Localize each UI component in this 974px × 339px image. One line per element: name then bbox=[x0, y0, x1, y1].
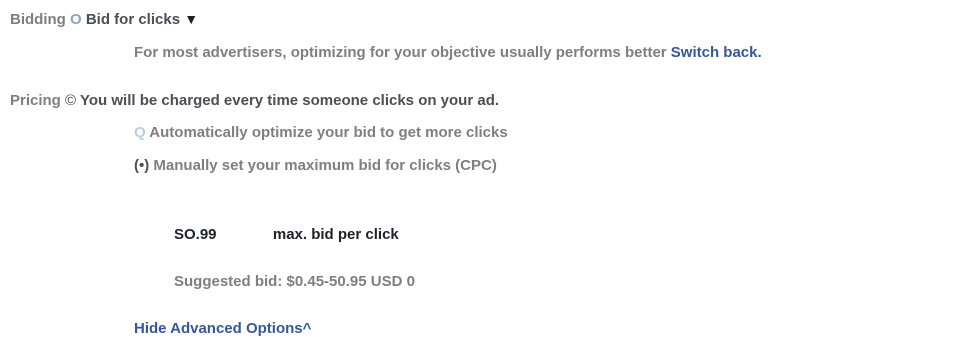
bidding-note: For most advertisers, optimizing for you… bbox=[134, 44, 667, 61]
bidding-row: Bidding O Bid for clicks ▼ bbox=[10, 10, 198, 29]
advanced-options-row: Hide Advanced Options^ bbox=[134, 320, 311, 338]
pricing-row: Pricing © You will be charged every time… bbox=[10, 92, 499, 110]
hide-advanced-options-link[interactable]: Hide Advanced Options^ bbox=[134, 320, 311, 337]
max-bid-input[interactable]: SO.99 bbox=[174, 226, 217, 243]
max-bid-row: SO.99 max. bid per click bbox=[174, 226, 399, 244]
pricing-option-manual[interactable]: (•) Manually set your maximum bid for cl… bbox=[134, 157, 497, 175]
radio-unselected-icon[interactable]: O bbox=[70, 11, 82, 28]
pricing-option-manual-label[interactable]: Manually set your maximum bid for clicks… bbox=[153, 157, 496, 174]
bidding-note-row: For most advertisers, optimizing for you… bbox=[134, 44, 762, 62]
suggested-bid-row: Suggested bid: $0.45-50.95 USD 0 bbox=[174, 273, 415, 291]
suggested-bid-text: Suggested bid: $0.45-50.95 USD 0 bbox=[174, 273, 415, 290]
info-icon: © bbox=[65, 92, 77, 109]
radio-selected-icon[interactable]: (•) bbox=[134, 157, 149, 174]
switch-back-link[interactable]: Switch back. bbox=[671, 44, 762, 61]
pricing-label: Pricing bbox=[10, 92, 61, 109]
pricing-option-auto[interactable]: Q Automatically optimize your bid to get… bbox=[134, 124, 508, 142]
bidding-label: Bidding bbox=[10, 11, 66, 28]
bid-for-clicks-option[interactable]: Bid for clicks bbox=[86, 11, 180, 28]
chevron-down-icon[interactable]: ▼ bbox=[184, 11, 198, 27]
max-bid-unit-label: max. bid per click bbox=[272, 226, 399, 243]
pricing-option-auto-label[interactable]: Automatically optimize your bid to get m… bbox=[149, 124, 507, 141]
radio-unselected-icon[interactable]: Q bbox=[134, 124, 146, 141]
pricing-description: You will be charged every time someone c… bbox=[80, 92, 500, 109]
